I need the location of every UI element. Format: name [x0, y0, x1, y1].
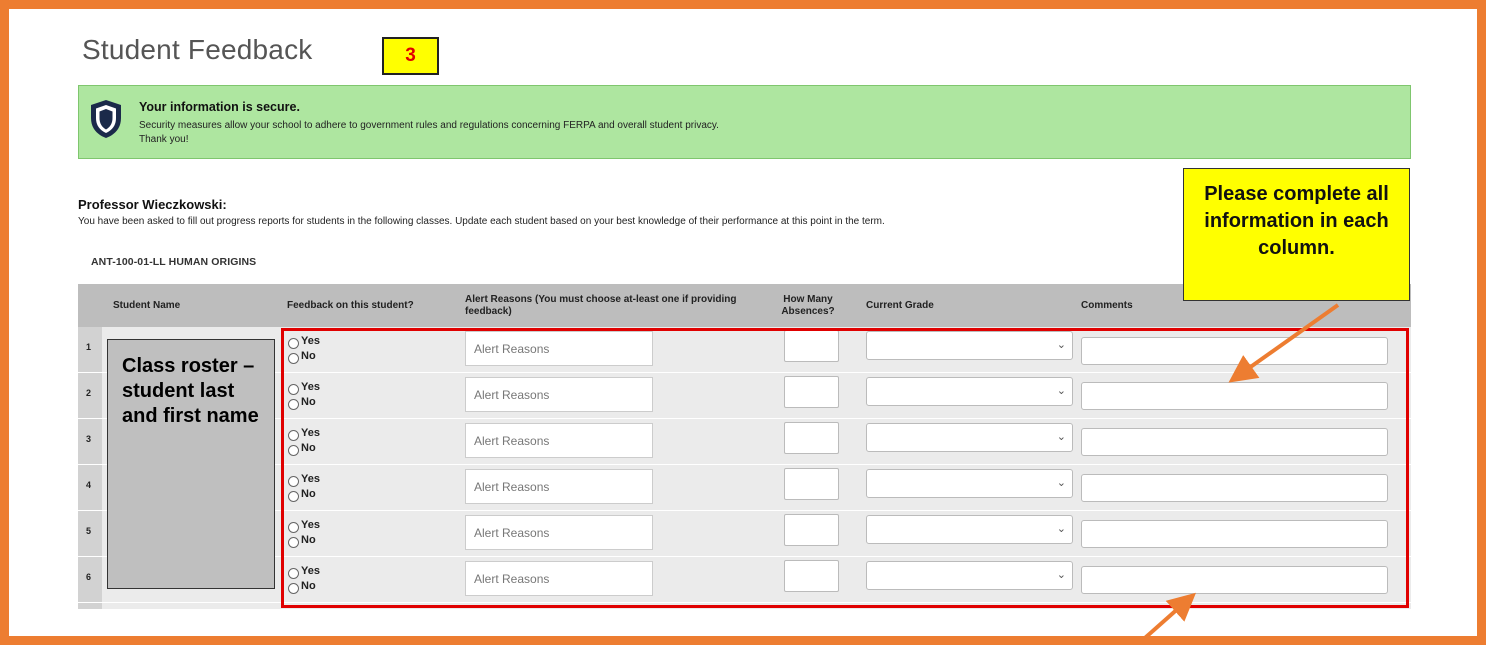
comments-input[interactable] [1081, 566, 1388, 594]
header-alert-reasons: Alert Reasons (You must choose at-least … [465, 294, 737, 317]
security-notice: Your information is secure. Security mea… [78, 85, 1411, 159]
course-label: ANT-100-01-LL HUMAN ORIGINS [91, 256, 257, 268]
absences-input[interactable] [784, 422, 839, 454]
row-number: 4 [86, 480, 92, 490]
feedback-no-option[interactable]: No [288, 486, 320, 502]
professor-greeting: Professor Wieczkowski: [78, 197, 227, 212]
professor-instructions: You have been asked to fill out progress… [78, 216, 885, 227]
radio-yes[interactable] [288, 430, 299, 441]
current-grade-select[interactable]: ⌄ [866, 515, 1073, 544]
chevron-down-icon: ⌄ [1056, 477, 1066, 489]
table-row: 5 Yes No Alert Reasons ⌄ [78, 511, 1411, 557]
comments-input[interactable] [1081, 428, 1388, 456]
alert-reasons-field[interactable]: Alert Reasons [465, 423, 653, 458]
alert-reasons-field[interactable]: Alert Reasons [465, 377, 653, 412]
feedback-radio-group: Yes No [288, 333, 320, 364]
row-number: 5 [86, 526, 92, 536]
alert-reasons-field[interactable]: Alert Reasons [465, 561, 653, 596]
alert-reasons-field[interactable]: Alert Reasons [465, 515, 653, 550]
absences-input[interactable] [784, 560, 839, 592]
chevron-down-icon: ⌄ [1056, 569, 1066, 581]
security-notice-title: Your information is secure. [139, 100, 300, 114]
absences-input[interactable] [784, 330, 839, 362]
radio-yes[interactable] [288, 384, 299, 395]
radio-yes[interactable] [288, 338, 299, 349]
comments-input[interactable] [1081, 474, 1388, 502]
feedback-no-option[interactable]: No [288, 348, 320, 364]
comments-input[interactable] [1081, 382, 1388, 410]
table-row: 4 Yes No Alert Reasons ⌄ [78, 465, 1411, 511]
radio-no[interactable] [288, 399, 299, 410]
header-absences: How Many Absences? [781, 294, 835, 317]
radio-yes[interactable] [288, 522, 299, 533]
radio-no[interactable] [288, 537, 299, 548]
feedback-no-option[interactable]: No [288, 440, 320, 456]
feedback-no-option[interactable]: No [288, 532, 320, 548]
feedback-yes-option[interactable]: Yes [288, 425, 320, 441]
feedback-no-option[interactable]: No [288, 578, 320, 594]
feedback-radio-group: Yes No [288, 471, 320, 502]
current-grade-select[interactable]: ⌄ [866, 469, 1073, 498]
row-number: 6 [86, 572, 92, 582]
header-current-grade: Current Grade [866, 299, 934, 311]
comments-input[interactable] [1081, 520, 1388, 548]
feedback-radio-group: Yes No [288, 379, 320, 410]
radio-no[interactable] [288, 445, 299, 456]
feedback-yes-option[interactable]: Yes [288, 471, 320, 487]
table-row: 1 Yes No Alert Reasons ⌄ [78, 327, 1411, 373]
feedback-radio-group: Yes No [288, 563, 320, 594]
radio-no[interactable] [288, 491, 299, 502]
table-row: 2 Yes No Alert Reasons ⌄ [78, 373, 1411, 419]
row-number: 1 [86, 342, 92, 352]
radio-yes[interactable] [288, 568, 299, 579]
radio-yes[interactable] [288, 476, 299, 487]
chevron-down-icon: ⌄ [1056, 339, 1066, 351]
header-student-name: Student Name [113, 299, 181, 311]
feedback-table: Student Name Feedback on this student? A… [78, 284, 1411, 609]
shield-icon [91, 100, 121, 138]
security-notice-text: Security measures allow your school to a… [139, 120, 719, 131]
roster-callout: Class roster – student last and first na… [107, 339, 275, 589]
absences-input[interactable] [784, 468, 839, 500]
row-number: 3 [86, 434, 92, 444]
row-number: 2 [86, 388, 92, 398]
feedback-radio-group: Yes No [288, 425, 320, 456]
radio-no[interactable] [288, 583, 299, 594]
comments-input[interactable] [1081, 337, 1388, 365]
current-grade-select[interactable]: ⌄ [866, 423, 1073, 452]
alert-reasons-field[interactable]: Alert Reasons [465, 469, 653, 504]
security-notice-thanks: Thank you! [139, 134, 189, 145]
alert-reasons-field[interactable]: Alert Reasons [465, 331, 653, 366]
header-comments: Comments [1081, 299, 1133, 311]
feedback-yes-option[interactable]: Yes [288, 379, 320, 395]
step-badge: 3 [382, 37, 439, 75]
feedback-radio-group: Yes No [288, 517, 320, 548]
current-grade-select[interactable]: ⌄ [866, 377, 1073, 406]
page-title: Student Feedback [82, 34, 313, 65]
feedback-yes-option[interactable]: Yes [288, 517, 320, 533]
current-grade-select[interactable]: ⌄ [866, 331, 1073, 360]
chevron-down-icon: ⌄ [1056, 523, 1066, 535]
feedback-yes-option[interactable]: Yes [288, 563, 320, 579]
table-row: 6 Yes No Alert Reasons ⌄ [78, 557, 1411, 603]
absences-input[interactable] [784, 376, 839, 408]
header-feedback: Feedback on this student? [287, 299, 414, 311]
absences-input[interactable] [784, 514, 839, 546]
feedback-no-option[interactable]: No [288, 394, 320, 410]
complete-info-callout: Please complete all information in each … [1183, 168, 1410, 301]
table-row: 3 Yes No Alert Reasons ⌄ [78, 419, 1411, 465]
feedback-yes-option[interactable]: Yes [288, 333, 320, 349]
radio-no[interactable] [288, 353, 299, 364]
current-grade-select[interactable]: ⌄ [866, 561, 1073, 590]
chevron-down-icon: ⌄ [1056, 385, 1066, 397]
chevron-down-icon: ⌄ [1056, 431, 1066, 443]
